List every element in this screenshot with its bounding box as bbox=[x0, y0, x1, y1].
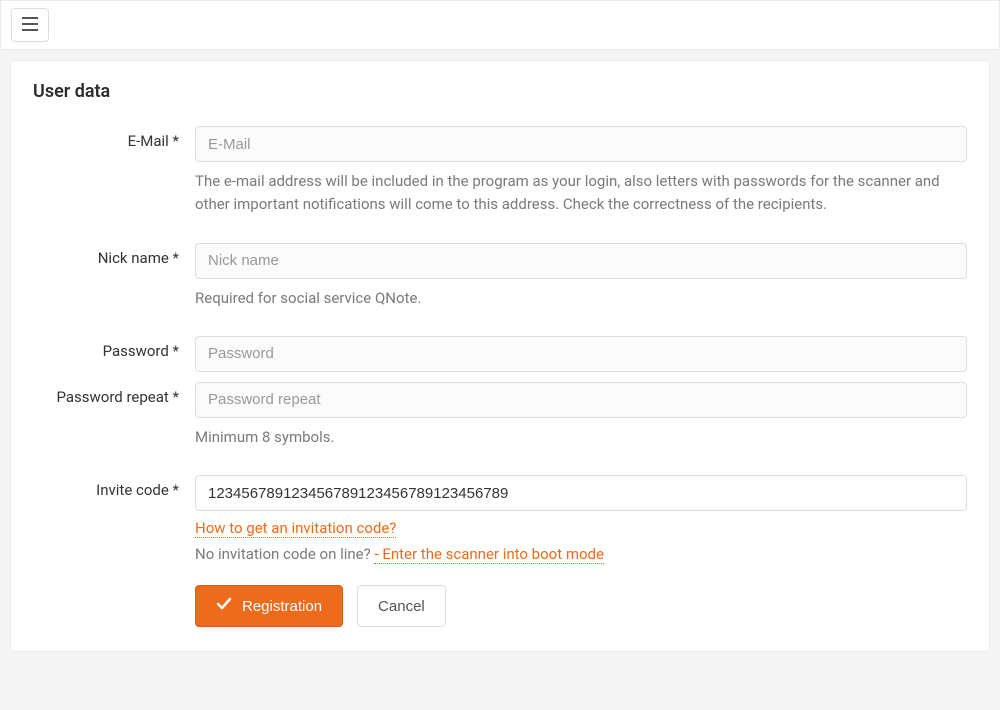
how-to-get-code-link[interactable]: How to get an invitation code? bbox=[195, 519, 396, 538]
check-icon bbox=[216, 597, 232, 615]
password-repeat-input[interactable] bbox=[195, 382, 967, 418]
password-input[interactable] bbox=[195, 336, 967, 372]
row-password-repeat: Password repeat * Minimum 8 symbols. bbox=[33, 382, 967, 449]
topbar bbox=[0, 0, 1000, 50]
invite-nocode-row: No invitation code on line? - Enter the … bbox=[195, 545, 967, 563]
email-input[interactable] bbox=[195, 126, 967, 162]
row-email: E-Mail * The e-mail address will be incl… bbox=[33, 126, 967, 217]
invite-how-row: How to get an invitation code? bbox=[195, 519, 967, 537]
label-email: E-Mail * bbox=[33, 126, 195, 217]
field-nickname: Required for social service QNote. bbox=[195, 243, 967, 310]
label-password-repeat: Password repeat * bbox=[33, 382, 195, 449]
registration-button[interactable]: Registration bbox=[195, 585, 343, 627]
invite-code-input[interactable] bbox=[195, 475, 967, 511]
label-invite: Invite code * bbox=[33, 475, 195, 627]
field-password bbox=[195, 336, 967, 372]
boot-mode-link[interactable]: - Enter the scanner into boot mode bbox=[374, 545, 604, 564]
cancel-button-label: Cancel bbox=[378, 598, 425, 615]
user-data-panel: User data E-Mail * The e-mail address wi… bbox=[10, 60, 990, 652]
field-invite: How to get an invitation code? No invita… bbox=[195, 475, 967, 627]
label-nickname: Nick name * bbox=[33, 243, 195, 310]
field-password-repeat: Minimum 8 symbols. bbox=[195, 382, 967, 449]
panel-title: User data bbox=[33, 81, 967, 102]
help-nickname: Required for social service QNote. bbox=[195, 287, 967, 310]
label-password: Password * bbox=[33, 336, 195, 372]
help-email: The e-mail address will be included in t… bbox=[195, 170, 967, 217]
menu-toggle-button[interactable] bbox=[11, 8, 49, 42]
row-invite: Invite code * How to get an invitation c… bbox=[33, 475, 967, 627]
nickname-input[interactable] bbox=[195, 243, 967, 279]
row-nickname: Nick name * Required for social service … bbox=[33, 243, 967, 310]
button-row: Registration Cancel bbox=[195, 585, 967, 627]
field-email: The e-mail address will be included in t… bbox=[195, 126, 967, 217]
no-code-text: No invitation code on line? bbox=[195, 545, 374, 563]
registration-button-label: Registration bbox=[242, 598, 322, 615]
hamburger-icon bbox=[22, 17, 38, 34]
help-password-repeat: Minimum 8 symbols. bbox=[195, 426, 967, 449]
cancel-button[interactable]: Cancel bbox=[357, 585, 446, 627]
row-password: Password * bbox=[33, 336, 967, 372]
